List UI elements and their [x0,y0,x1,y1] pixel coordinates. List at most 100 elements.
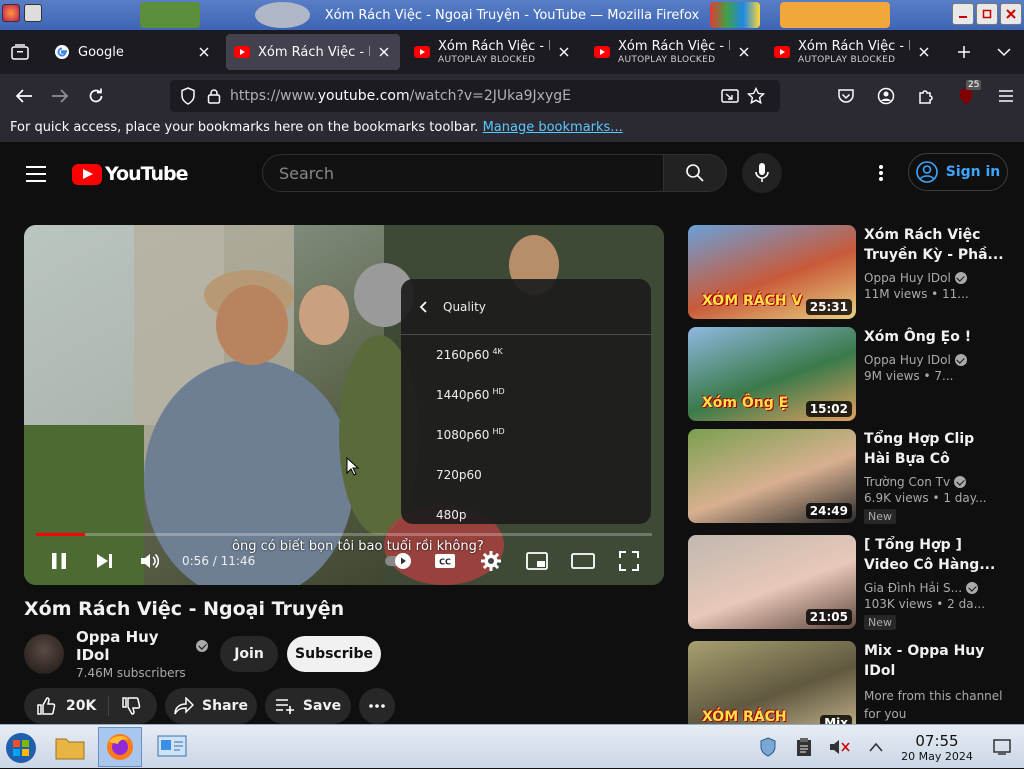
back-button[interactable] [6,80,42,112]
maximize-button[interactable] [976,3,998,25]
reload-button[interactable] [78,80,114,112]
tab-0[interactable]: Google [46,34,220,70]
quality-option[interactable]: 480p [401,495,651,524]
video-thumbnail[interactable]: 24:49 [688,429,856,523]
recommended-channel[interactable]: Oppa Huy IDol [864,271,1004,285]
quality-option[interactable]: 720p60 [401,455,651,495]
tray-update-icon[interactable] [750,731,786,763]
clock[interactable]: 07:55 20 May 2024 [894,732,980,763]
forward-button[interactable] [42,80,78,112]
video-player[interactable]: Quality 2160p60 4K 1440p60 HD 1080p60 HD 720p6… [24,225,664,585]
video-thumbnail[interactable]: 21:05 [688,535,856,629]
recommended-channel[interactable]: Oppa Huy IDol [864,353,1004,367]
minimize-button[interactable] [952,3,974,25]
bookmark-star-icon[interactable] [746,86,766,106]
recommended-title[interactable]: Xóm Rách Việc Truyền Kỳ - Phầ... [864,225,1004,265]
search-input[interactable] [279,163,647,183]
close-tab-icon[interactable] [556,44,572,60]
search-button[interactable] [663,154,727,192]
subscribe-button[interactable]: Subscribe [287,636,381,672]
tray-volume-muted-icon[interactable] [822,731,858,763]
quality-option[interactable]: 1080p60 HD [401,415,651,455]
recommended-channel[interactable]: Gia Đình Hải S... [864,581,1004,595]
recommended-video[interactable]: XÓM RÁCH V 25:31 Xóm Rách Việc Truyền Kỳ -… [688,225,1008,319]
quality-option[interactable]: 1440p60 HD [401,375,651,415]
tab-4[interactable]: Xóm Rách Việc - N AUTOPLAY BLOCKED [766,34,940,70]
progress-bar[interactable] [36,533,652,536]
app-menu-button[interactable] [988,80,1024,112]
tab-1[interactable]: Xóm Rách Việc - N [226,34,400,70]
quality-option[interactable]: 2160p60 4K [401,335,651,375]
ublock-button[interactable]: 25 [948,80,984,112]
voice-search-button[interactable] [742,153,782,193]
sign-in-button[interactable]: Sign in [908,153,1008,191]
captions-button[interactable]: CC [422,541,468,581]
quality-menu-header[interactable]: Quality [401,279,651,335]
share-button[interactable]: Share [165,688,257,724]
recommended-title[interactable]: Mix - Oppa Huy IDol [864,641,1004,681]
settings-button[interactable] [468,541,514,581]
start-button[interactable] [2,729,40,767]
close-tab-icon[interactable] [736,44,752,60]
list-all-tabs-button[interactable] [986,34,1022,70]
new-tab-button[interactable] [946,34,982,70]
close-tab-icon[interactable] [376,44,392,60]
fullscreen-button[interactable] [606,541,652,581]
recommended-title[interactable]: Tổng Hợp Clip Hài Bựa Cô Chin... [864,429,1004,469]
account-button[interactable] [868,80,904,112]
channel-avatar[interactable] [24,634,64,674]
youtube-logo[interactable]: YouTube [72,163,188,185]
extensions-button[interactable] [908,80,944,112]
recommended-video[interactable]: Xóm Ông Ẹ 15:02 Xóm Ông Ẹo ! Oppa Huy IDol 9… [688,327,1008,421]
video-thumbnail[interactable]: XÓM RÁCH V 25:31 [688,225,856,319]
guide-menu-button[interactable] [20,158,52,190]
next-button[interactable] [82,541,128,581]
tracking-protection-icon[interactable] [178,86,198,106]
search-box[interactable] [262,154,664,192]
like-button[interactable]: 20K [36,696,110,716]
tray-expand-icon[interactable] [858,731,894,763]
url-text[interactable]: https://www.youtube.com/watch?v=2JUka9Jx… [230,88,712,104]
pin-icon[interactable] [24,4,42,22]
join-button[interactable]: Join [220,636,278,672]
recommended-title[interactable]: [ Tổng Hợp ] Video Cô Hàng... [864,535,1004,575]
recommended-video[interactable]: XÓM RÁCH Mix Mix - Oppa Huy IDol More from … [688,641,1008,735]
show-desktop-button[interactable] [980,731,1024,763]
video-thumbnail[interactable]: XÓM RÁCH Mix [688,641,856,735]
video-thumbnail[interactable]: Xóm Ông Ẹ 15:02 [688,327,856,421]
picture-in-picture-icon[interactable] [720,86,740,106]
tab-3[interactable]: Xóm Rách Việc - N AUTOPLAY BLOCKED [586,34,760,70]
close-button[interactable] [1000,3,1022,25]
recommended-video[interactable]: 24:49 Tổng Hợp Clip Hài Bựa Cô Chin... Trư… [688,429,1008,524]
firefox-icon[interactable] [2,4,20,22]
save-button[interactable]: Save [265,688,351,724]
close-tab-icon[interactable] [916,44,932,60]
taskbar-control-panel[interactable] [150,727,194,767]
recommended-title[interactable]: Xóm Ông Ẹo ! [864,327,1004,347]
settings-more-button[interactable] [866,158,896,188]
channel-name-link[interactable]: Oppa Huy IDol [76,628,208,664]
taskbar-file-manager[interactable] [48,727,92,767]
url-bar[interactable]: https://www.youtube.com/watch?v=2JUka9Jx… [170,80,780,112]
theater-mode-button[interactable] [560,541,606,581]
firefox-view-button[interactable] [0,30,40,74]
close-tab-icon[interactable] [196,44,212,60]
autoplay-toggle[interactable] [376,541,422,581]
pause-button[interactable] [36,541,82,581]
taskbar-firefox[interactable] [98,727,142,767]
more-actions-button[interactable] [359,688,395,724]
lock-icon[interactable] [204,86,224,106]
recommended-video[interactable]: 21:05 [ Tổng Hợp ] Video Cô Hàng... Gia Đì… [688,535,1008,630]
miniplayer-button[interactable] [514,541,560,581]
manage-bookmarks-link[interactable]: Manage bookmarks... [483,120,623,135]
tab-2[interactable]: Xóm Rách Việc - N AUTOPLAY BLOCKED [406,34,580,70]
pocket-button[interactable] [828,80,864,112]
tray-clipboard-icon[interactable] [786,731,822,763]
recommended-channel[interactable]: Trường Con Tv [864,475,1004,489]
mute-button[interactable] [128,541,174,581]
chevron-left-icon[interactable] [419,300,427,313]
recommended-channel[interactable]: More from this channel for you [864,687,1004,723]
dislike-button[interactable] [109,696,141,716]
video-duration: 25:31 [805,299,852,315]
tab-title: Xóm Rách Việc - N [258,44,370,60]
